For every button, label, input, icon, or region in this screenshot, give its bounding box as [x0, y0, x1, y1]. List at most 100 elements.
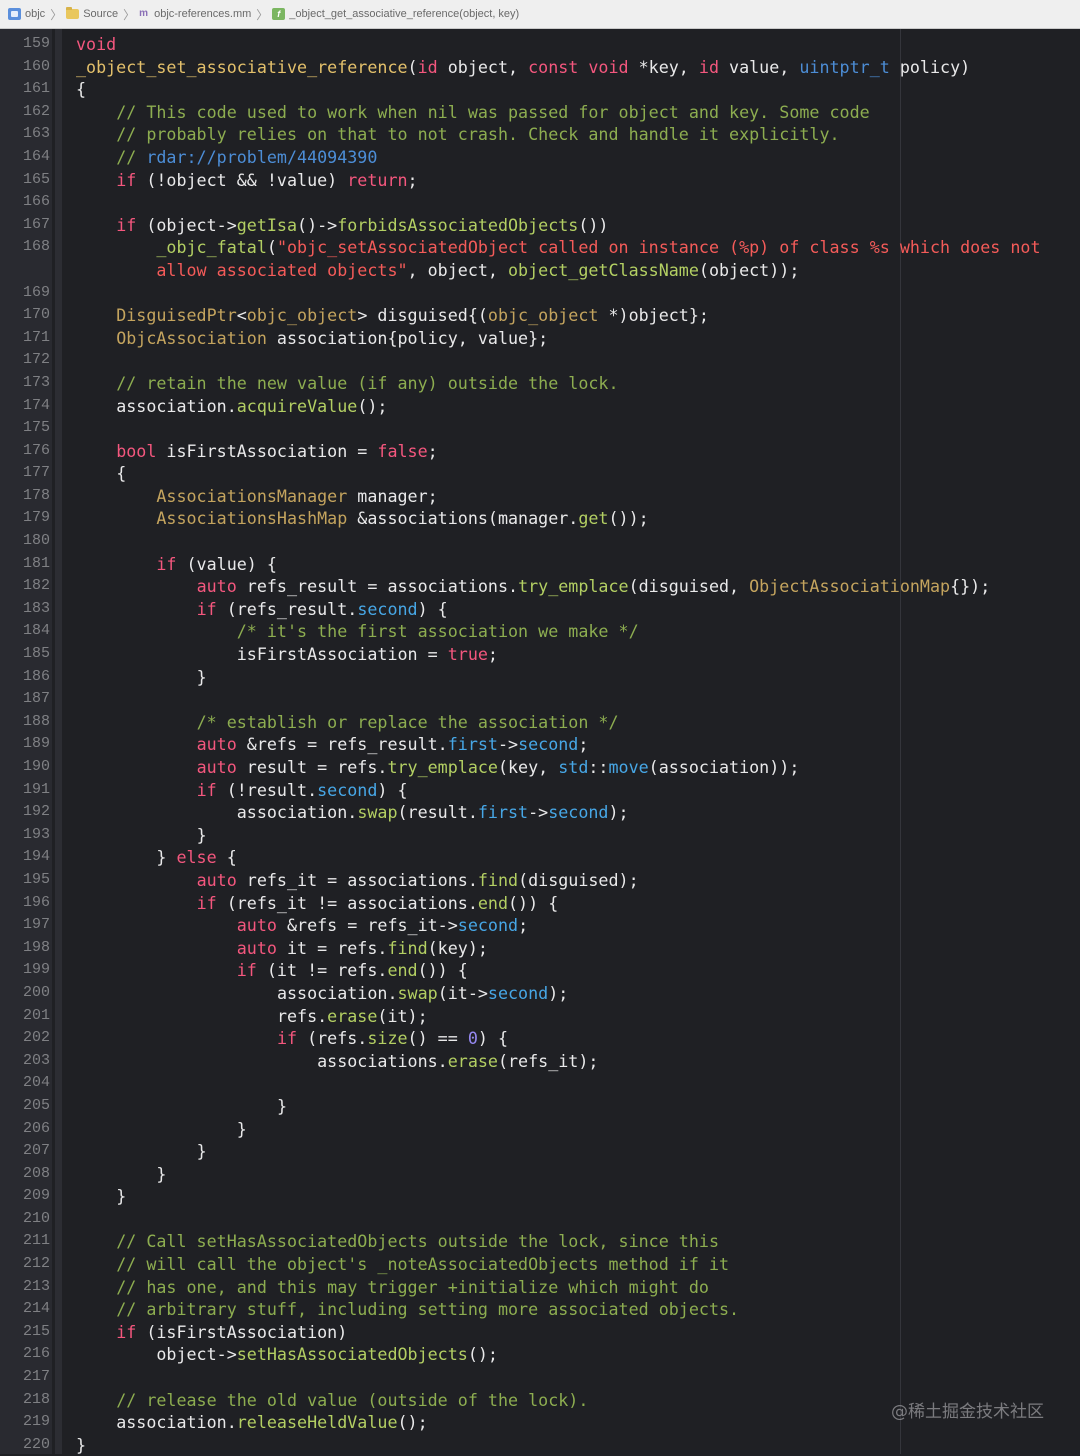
code-text[interactable]: if (refs_it != associations.end()) {: [76, 892, 1072, 915]
code-text[interactable]: if (refs_result.second) {: [76, 598, 1072, 621]
code-text[interactable]: if (value) {: [76, 553, 1072, 576]
code-line[interactable]: 187: [0, 688, 1080, 711]
code-line[interactable]: 207 }: [0, 1140, 1080, 1163]
code-text[interactable]: }: [76, 1434, 1072, 1456]
code-text[interactable]: void: [76, 33, 1072, 56]
code-line[interactable]: 164 // rdar://problem/44094390: [0, 146, 1080, 169]
code-line[interactable]: 170 DisguisedPtr<objc_object> disguised{…: [0, 304, 1080, 327]
code-text[interactable]: {: [76, 78, 1072, 101]
code-line[interactable]: 196 if (refs_it != associations.end()) {: [0, 892, 1080, 915]
code-line[interactable]: 163 // probably relies on that to not cr…: [0, 123, 1080, 146]
code-text[interactable]: auto &refs = refs_result.first->second;: [76, 733, 1072, 756]
code-lines[interactable]: 159 void 160 _object_set_associative_refere…: [0, 33, 1080, 1456]
code-text[interactable]: refs.erase(it);: [76, 1005, 1072, 1028]
code-text[interactable]: }: [76, 1163, 1072, 1186]
code-line[interactable]: 206 }: [0, 1118, 1080, 1141]
code-text[interactable]: auto &refs = refs_it->second;: [76, 914, 1072, 937]
code-line[interactable]: 167 if (object->getIsa()->forbidsAssocia…: [0, 214, 1080, 237]
code-line[interactable]: 177 {: [0, 462, 1080, 485]
code-text[interactable]: auto refs_result = associations.try_empl…: [76, 575, 1072, 598]
code-text[interactable]: if (!result.second) {: [76, 779, 1072, 802]
code-line[interactable]: 175: [0, 417, 1080, 440]
code-text[interactable]: auto it = refs.find(key);: [76, 937, 1072, 960]
code-line[interactable]: 220}: [0, 1434, 1080, 1456]
code-line[interactable]: 210: [0, 1208, 1080, 1231]
code-line[interactable]: 213 // has one, and this may trigger +in…: [0, 1276, 1080, 1299]
breadcrumb-function[interactable]: f _object_get_associative_reference(obje…: [272, 8, 519, 20]
code-line[interactable]: 200 association.swap(it->second);: [0, 982, 1080, 1005]
code-line[interactable]: 171 ObjcAssociation association{policy, …: [0, 327, 1080, 350]
code-line[interactable]: 178 AssociationsManager manager;: [0, 485, 1080, 508]
code-line[interactable]: 191 if (!result.second) {: [0, 779, 1080, 802]
code-text[interactable]: // This code used to work when nil was p…: [76, 101, 1072, 124]
breadcrumb-file[interactable]: m objc-references.mm: [139, 8, 251, 20]
code-line[interactable]: 189 auto &refs = refs_result.first->seco…: [0, 733, 1080, 756]
code-text[interactable]: association.swap(it->second);: [76, 982, 1072, 1005]
code-line[interactable]: 215 if (isFirstAssociation): [0, 1321, 1080, 1344]
code-line[interactable]: 209 }: [0, 1185, 1080, 1208]
code-line[interactable]: 201 refs.erase(it);: [0, 1005, 1080, 1028]
code-line[interactable]: 205 }: [0, 1095, 1080, 1118]
code-line[interactable]: 186 }: [0, 666, 1080, 689]
code-text[interactable]: association.acquireValue();: [76, 395, 1072, 418]
code-text[interactable]: // has one, and this may trigger +initia…: [76, 1276, 1072, 1299]
code-text[interactable]: bool isFirstAssociation = false;: [76, 440, 1072, 463]
code-line[interactable]: 165 if (!object && !value) return;: [0, 169, 1080, 192]
code-line[interactable]: 169: [0, 282, 1080, 305]
code-text[interactable]: // Call setHasAssociatedObjects outside …: [76, 1230, 1072, 1253]
code-text[interactable]: // retain the new value (if any) outside…: [76, 372, 1072, 395]
code-text[interactable]: if (object->getIsa()->forbidsAssociatedO…: [76, 214, 1072, 237]
code-line[interactable]: 174 association.acquireValue();: [0, 395, 1080, 418]
code-text[interactable]: AssociationsManager manager;: [76, 485, 1072, 508]
code-line[interactable]: 216 object->setHasAssociatedObjects();: [0, 1343, 1080, 1366]
code-line[interactable]: 176 bool isFirstAssociation = false;: [0, 440, 1080, 463]
code-line[interactable]: 203 associations.erase(refs_it);: [0, 1050, 1080, 1073]
code-line[interactable]: 198 auto it = refs.find(key);: [0, 937, 1080, 960]
code-text[interactable]: association.swap(result.first->second);: [76, 801, 1072, 824]
code-line[interactable]: 194 } else {: [0, 846, 1080, 869]
code-text[interactable]: associations.erase(refs_it);: [76, 1050, 1072, 1073]
code-text[interactable]: }: [76, 1140, 1072, 1163]
code-line[interactable]: 193 }: [0, 824, 1080, 847]
code-line[interactable]: 185 isFirstAssociation = true;: [0, 643, 1080, 666]
code-editor[interactable]: 159 void 160 _object_set_associative_refere…: [0, 29, 1080, 1456]
code-text[interactable]: // arbitrary stuff, including setting mo…: [76, 1298, 1072, 1321]
code-line[interactable]: 197 auto &refs = refs_it->second;: [0, 914, 1080, 937]
code-line[interactable]: 192 association.swap(result.first->secon…: [0, 801, 1080, 824]
breadcrumb-folder[interactable]: Source: [66, 7, 118, 20]
code-text[interactable]: }: [76, 1185, 1072, 1208]
code-text[interactable]: if (it != refs.end()) {: [76, 959, 1072, 982]
code-line[interactable]: 214 // arbitrary stuff, including settin…: [0, 1298, 1080, 1321]
code-text[interactable]: }: [76, 1118, 1072, 1141]
code-line[interactable]: 182 auto refs_result = associations.try_…: [0, 575, 1080, 598]
breadcrumb-project[interactable]: objc: [8, 8, 45, 20]
code-line[interactable]: 161 {: [0, 78, 1080, 101]
code-text[interactable]: AssociationsHashMap &associations(manage…: [76, 507, 1072, 530]
code-text[interactable]: /* establish or replace the association …: [76, 711, 1072, 734]
code-text[interactable]: // will call the object's _noteAssociate…: [76, 1253, 1072, 1276]
code-line[interactable]: 188 /* establish or replace the associat…: [0, 711, 1080, 734]
code-line[interactable]: 160 _object_set_associative_reference(id …: [0, 56, 1080, 79]
code-text[interactable]: if (!object && !value) return;: [76, 169, 1072, 192]
code-line[interactable]: 162 // This code used to work when nil w…: [0, 101, 1080, 124]
code-line[interactable]: 180: [0, 530, 1080, 553]
code-line[interactable]: 195 auto refs_it = associations.find(dis…: [0, 869, 1080, 892]
code-line[interactable]: 159 void: [0, 33, 1080, 56]
code-line[interactable]: 204: [0, 1072, 1080, 1095]
code-line[interactable]: 190 auto result = refs.try_emplace(key, …: [0, 756, 1080, 779]
code-line[interactable]: 172: [0, 349, 1080, 372]
code-line[interactable]: 183 if (refs_result.second) {: [0, 598, 1080, 621]
code-text[interactable]: auto result = refs.try_emplace(key, std:…: [76, 756, 1072, 779]
code-text[interactable]: isFirstAssociation = true;: [76, 643, 1072, 666]
code-line[interactable]: 212 // will call the object's _noteAssoc…: [0, 1253, 1080, 1276]
code-text[interactable]: if (refs.size() == 0) {: [76, 1027, 1072, 1050]
code-line[interactable]: 211 // Call setHasAssociatedObjects outs…: [0, 1230, 1080, 1253]
code-text[interactable]: }: [76, 1095, 1072, 1118]
code-line[interactable]: 181 if (value) {: [0, 553, 1080, 576]
code-line[interactable]: 166: [0, 191, 1080, 214]
code-text[interactable]: ObjcAssociation association{policy, valu…: [76, 327, 1072, 350]
code-text[interactable]: }: [76, 666, 1072, 689]
code-text[interactable]: } else {: [76, 846, 1072, 869]
code-line[interactable]: 184 /* it's the first association we mak…: [0, 620, 1080, 643]
code-text[interactable]: DisguisedPtr<objc_object> disguised{(obj…: [76, 304, 1072, 327]
